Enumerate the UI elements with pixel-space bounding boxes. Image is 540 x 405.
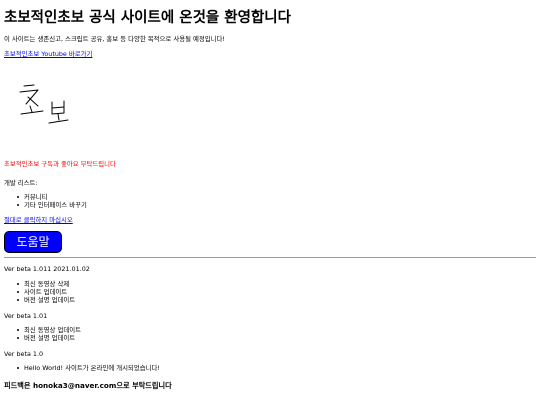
changelog-list: 최신 동영상 삭제 사이트 업데이트 버전 설명 업데이트 bbox=[17, 280, 75, 304]
list-item: Hello World! 사이트가 온라인에 개시되었습니다! bbox=[17, 364, 160, 372]
dont-click-link[interactable]: 절대로 클릭하지 마십시오 bbox=[4, 216, 73, 224]
feedback-suffix: 으로 부탁드립니다 bbox=[116, 381, 172, 390]
list-item: 버전 설명 업데이트 bbox=[17, 296, 75, 304]
changelog-list: 최신 동영상 업데이트 버전 설명 업데이트 bbox=[17, 326, 81, 342]
divider bbox=[4, 257, 536, 258]
list-item: 버전 설명 업데이트 bbox=[17, 334, 81, 342]
help-button[interactable]: 도움말 bbox=[4, 231, 62, 253]
list-item: 기타 인터페이스 바꾸기 bbox=[17, 201, 87, 209]
feedback-email: honoka3@naver.com bbox=[32, 381, 117, 390]
page-title: 초보적인초보 공식 사이트에 온것을 환영합니다 bbox=[4, 10, 291, 26]
intro-text: 이 사이트는 생존신고, 스크립트 공유, 홍보 등 다양한 목적으로 사용될 … bbox=[4, 35, 225, 43]
changelog-list: Hello World! 사이트가 온라인에 개시되었습니다! bbox=[17, 364, 160, 372]
youtube-link[interactable]: 초보적인초보 Youtube 바로가기 bbox=[4, 50, 92, 58]
list-item: 최신 동영상 삭제 bbox=[17, 280, 75, 288]
logo-image bbox=[19, 84, 69, 124]
version-heading: Ver beta 1.0 bbox=[4, 350, 44, 358]
feedback-prefix: 피드백은 bbox=[4, 381, 33, 390]
list-item: 사이트 업데이트 bbox=[17, 288, 75, 296]
dev-list: 커뮤니티 기타 인터페이스 바꾸기 bbox=[17, 193, 87, 209]
list-item: 커뮤니티 bbox=[17, 193, 87, 201]
list-item: 최신 동영상 업데이트 bbox=[17, 326, 81, 334]
subscribe-notice: 초보적인초보 구독과 좋아요 부탁드립니다 bbox=[4, 160, 116, 168]
version-heading: Ver beta 1.01 bbox=[4, 312, 48, 320]
version-heading: Ver beta 1.011 2021.01.02 bbox=[4, 265, 90, 273]
dev-list-label: 개발 리스트: bbox=[4, 179, 38, 187]
feedback-note: 피드백은 honoka3@naver.com으로 부탁드립니다 bbox=[4, 381, 172, 390]
